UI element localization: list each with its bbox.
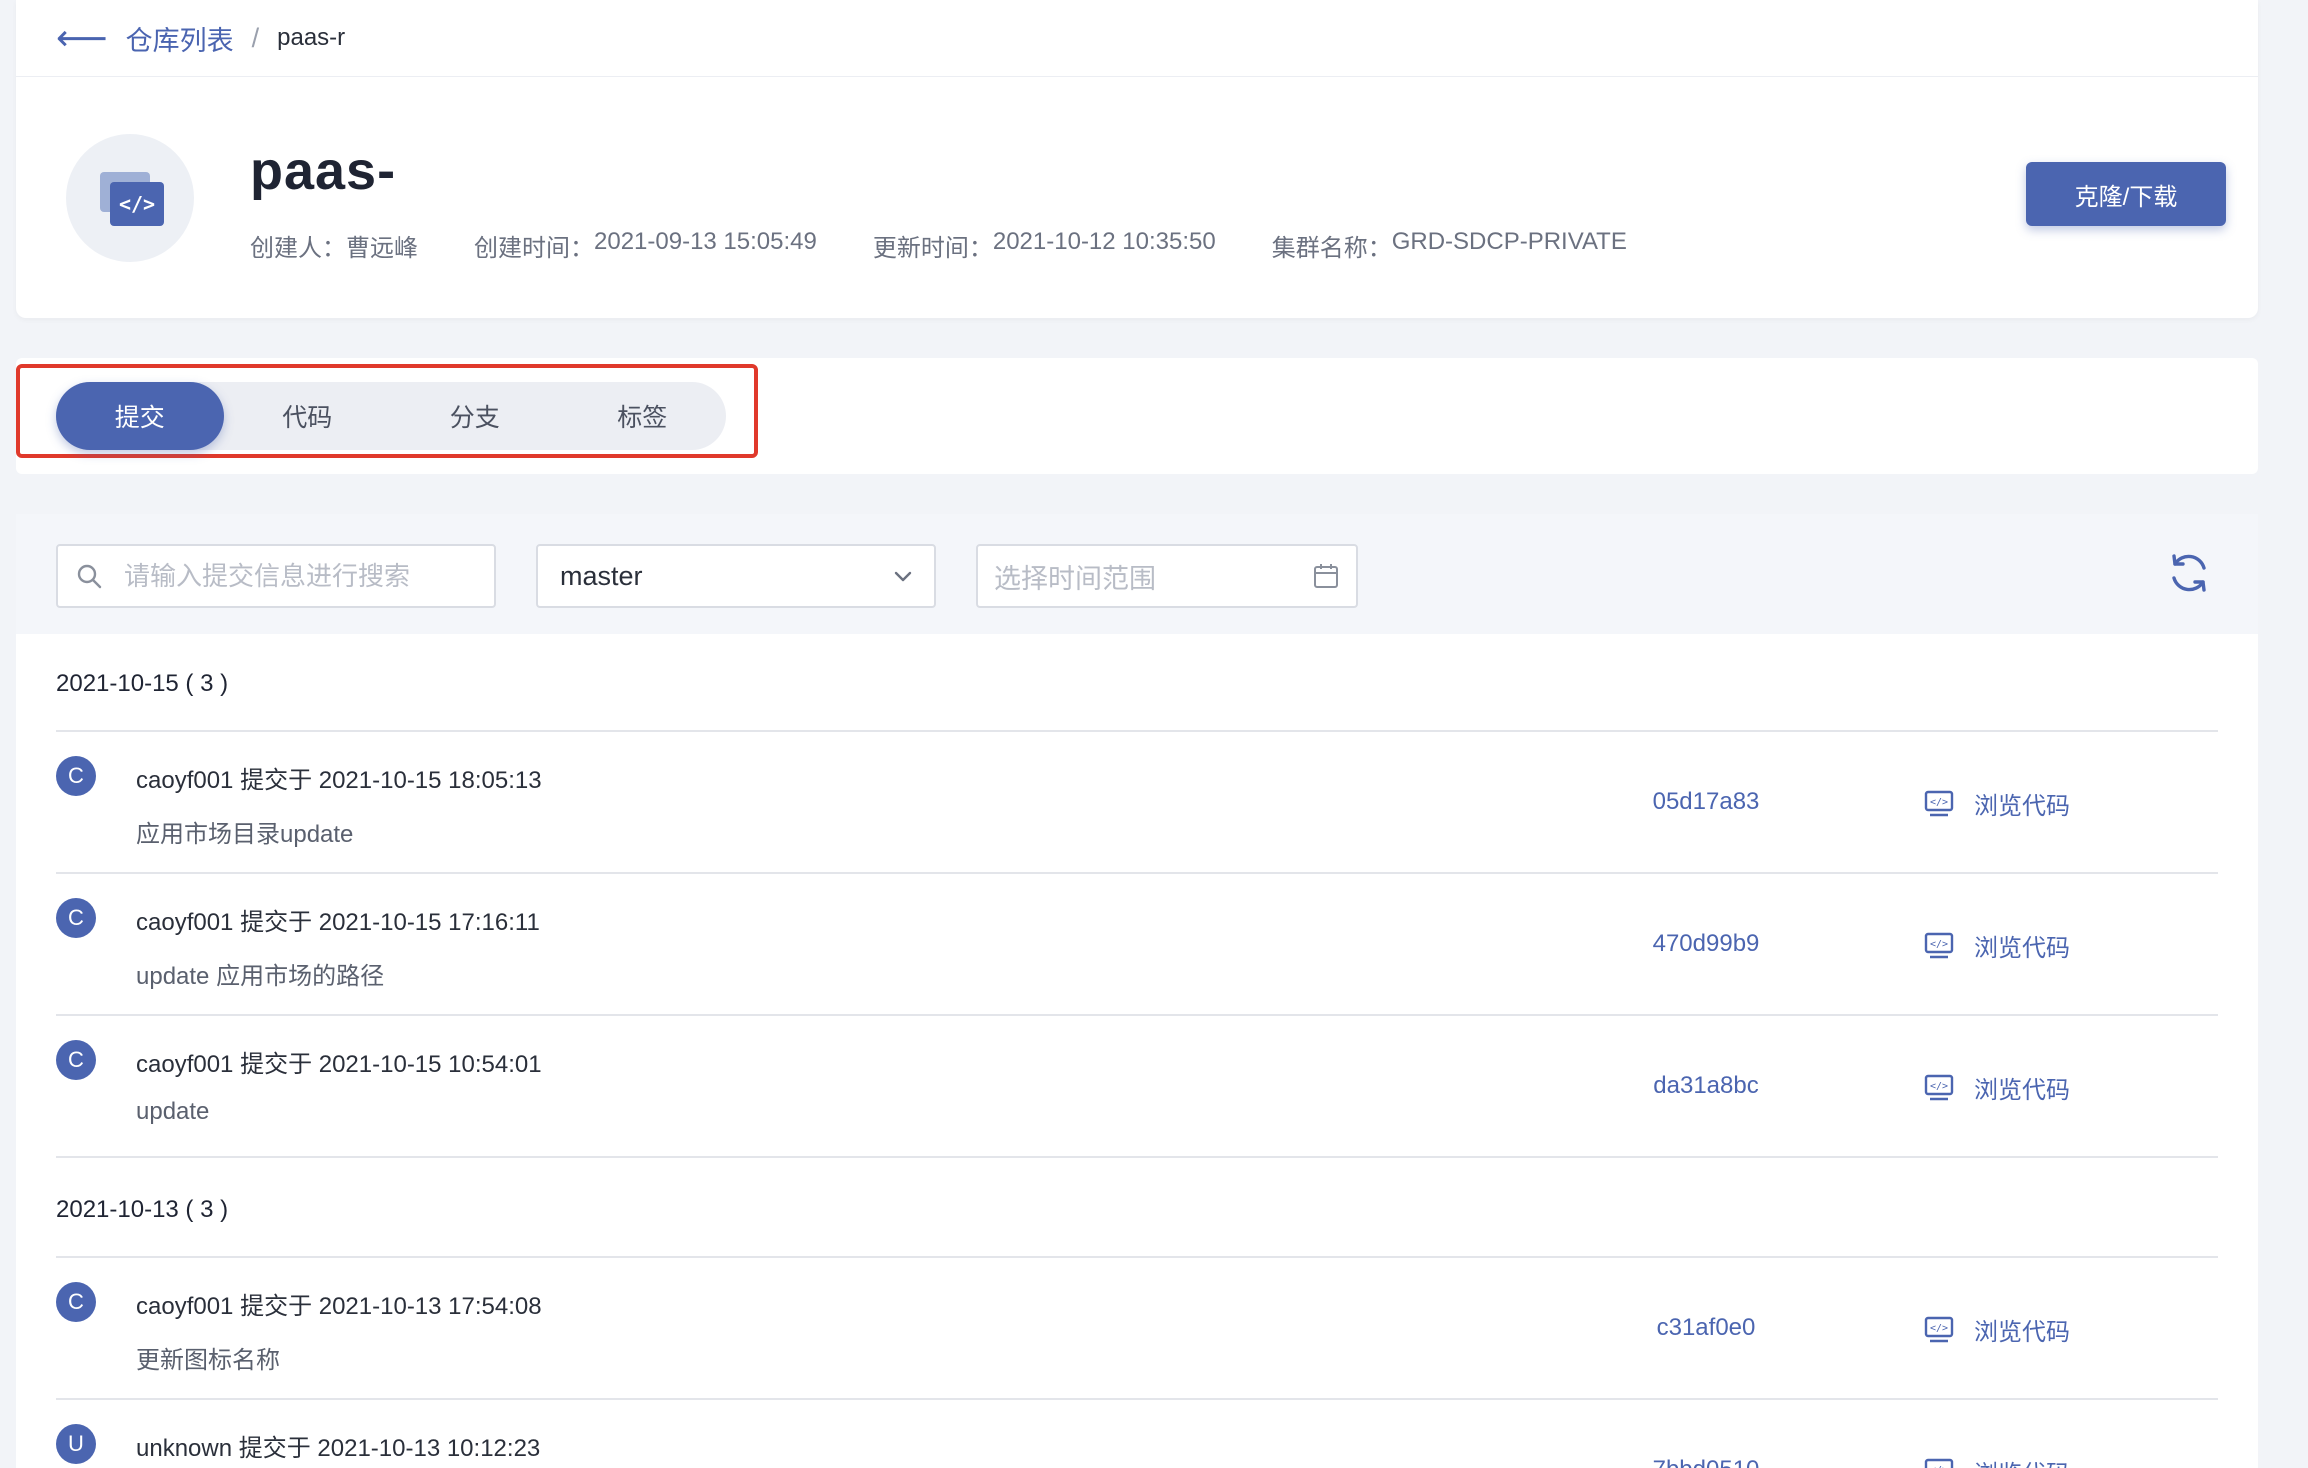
commit-row: C caoyf001 提交于 2021-10-15 10:54:01 updat… xyxy=(56,1016,2218,1156)
commit-title: caoyf001 提交于 2021-10-15 18:05:13 xyxy=(136,767,542,794)
commit-hash-link[interactable]: 470d99b9 xyxy=(1616,930,1796,958)
commit-group-date: 2021-10-15 ( 3 ) xyxy=(56,670,229,697)
browse-code-label: 浏览代码 xyxy=(1974,1454,2070,1468)
calendar-icon xyxy=(1314,564,1338,588)
commit-row: C caoyf001 提交于 2021-10-13 17:54:08 更新图标名… xyxy=(56,1258,2218,1398)
back-arrow-icon[interactable]: ⟵ xyxy=(56,20,108,56)
repo-meta: 创建人： 曹远峰 创建时间： 2021-09-13 15:05:49 更新时间：… xyxy=(250,228,1683,263)
commit-message: 应用市场目录update xyxy=(136,821,354,848)
commit-title: caoyf001 提交于 2021-10-13 17:54:08 xyxy=(136,1293,542,1320)
browse-code-button[interactable]: </> 浏览代码 xyxy=(1924,1070,2070,1105)
browse-code-label: 浏览代码 xyxy=(1974,1077,2070,1104)
commit-search-box[interactable] xyxy=(56,544,496,608)
creator-value: 曹远峰 xyxy=(346,235,418,262)
cluster-label: 集群名称： xyxy=(1271,235,1392,262)
date-range-placeholder: 选择时间范围 xyxy=(994,563,1156,594)
clone-download-button[interactable]: 克隆/下载 xyxy=(2026,162,2226,226)
repo-name: paas- xyxy=(250,141,397,201)
breadcrumb: ⟵ 仓库列表 / paas-r xyxy=(56,14,456,62)
search-icon xyxy=(77,564,102,589)
breadcrumb-current-repo: paas-r xyxy=(277,24,346,51)
author-avatar: C xyxy=(56,1282,96,1322)
commit-hash-link[interactable]: da31a8bc xyxy=(1616,1072,1796,1100)
creator-label: 创建人： xyxy=(250,235,346,262)
commit-message: 更新图标名称 xyxy=(136,1347,280,1374)
updated-value: 2021-10-12 10:35:50 xyxy=(992,228,1216,255)
svg-text:</>: </> xyxy=(1930,797,1948,808)
header-divider xyxy=(16,76,2258,77)
commits-card: master 选择时间范围 2021-10-15 ( 3 ) C caoyf00… xyxy=(16,514,2258,1468)
author-avatar: C xyxy=(56,898,96,938)
browse-code-button[interactable]: </> 浏览代码 xyxy=(1924,786,2070,821)
breadcrumb-repo-list-link[interactable]: 仓库列表 xyxy=(126,19,234,58)
code-monitor-icon: </> xyxy=(1924,790,1954,816)
commit-message: update 应用市场的路径 xyxy=(136,963,385,990)
author-avatar: U xyxy=(56,1424,96,1464)
browse-code-button[interactable]: </> 浏览代码 xyxy=(1924,1312,2070,1347)
date-range-picker[interactable]: 选择时间范围 xyxy=(976,544,1358,608)
commit-filter-toolbar: master 选择时间范围 xyxy=(16,514,2258,634)
commit-message: update xyxy=(136,1098,210,1125)
code-monitor-icon: </> xyxy=(1924,1458,1954,1468)
svg-text:</>: </> xyxy=(1930,1465,1948,1468)
browse-code-button[interactable]: </> 浏览代码 xyxy=(1924,928,2070,963)
commit-title: unknown 提交于 2021-10-13 10:12:23 xyxy=(136,1435,541,1462)
commit-search-input[interactable] xyxy=(124,560,464,592)
refresh-icon[interactable] xyxy=(2166,550,2212,596)
created-label: 创建时间： xyxy=(474,235,594,262)
cluster-value: GRD-SDCP-PRIVATE xyxy=(1391,228,1627,255)
chevron-down-icon xyxy=(894,571,912,582)
created-value: 2021-09-13 15:05:49 xyxy=(594,228,817,255)
commit-title: caoyf001 提交于 2021-10-15 10:54:01 xyxy=(136,1051,542,1078)
commit-row: C caoyf001 提交于 2021-10-15 18:05:13 应用市场目… xyxy=(56,732,2218,872)
redacted-block xyxy=(345,23,456,53)
branch-select[interactable]: master xyxy=(536,544,936,608)
commit-hash-link[interactable]: 7bbd0510 xyxy=(1616,1456,1796,1468)
browse-code-label: 浏览代码 xyxy=(1974,793,2070,820)
repo-code-icon: </> xyxy=(66,134,194,262)
commit-row: U unknown 提交于 2021-10-13 10:12:23 7bbd05… xyxy=(56,1400,2218,1468)
commit-title: caoyf001 提交于 2021-10-15 17:16:11 xyxy=(136,909,540,936)
breadcrumb-separator: / xyxy=(251,22,260,53)
updated-label: 更新时间： xyxy=(872,235,993,262)
commit-row: C caoyf001 提交于 2021-10-15 17:16:11 updat… xyxy=(56,874,2218,1014)
tab-bar: 提交 代码 分支 标签 xyxy=(56,382,726,450)
author-avatar: C xyxy=(56,756,96,796)
repo-updated-time: 更新时间： 2021-10-12 10:35:50 xyxy=(873,228,1216,263)
browse-code-label: 浏览代码 xyxy=(1974,1319,2070,1346)
commit-hash-link[interactable]: c31af0e0 xyxy=(1616,1314,1796,1342)
browse-code-button[interactable]: </> 浏览代码 xyxy=(1924,1454,2070,1468)
repo-created-time: 创建时间： 2021-09-13 15:05:49 xyxy=(474,228,817,263)
tab-code[interactable]: 代码 xyxy=(224,382,392,450)
svg-text:</>: </> xyxy=(1930,1081,1948,1092)
branch-select-value: master xyxy=(560,560,643,591)
commit-group-date: 2021-10-13 ( 3 ) xyxy=(56,1196,229,1223)
code-monitor-icon: </> xyxy=(1924,932,1954,958)
code-monitor-icon: </> xyxy=(1924,1316,1954,1342)
tab-tags[interactable]: 标签 xyxy=(559,382,727,450)
repo-cluster: 集群名称： GRD-SDCP-PRIVATE xyxy=(1272,228,1627,263)
group-divider xyxy=(56,1156,2218,1158)
repo-creator: 创建人： 曹远峰 xyxy=(250,228,418,263)
tab-branches[interactable]: 分支 xyxy=(391,382,559,450)
tabs-card: 提交 代码 分支 标签 xyxy=(16,358,2258,474)
svg-text:</>: </> xyxy=(1930,939,1948,950)
svg-text:</>: </> xyxy=(1930,1323,1948,1334)
tab-commits[interactable]: 提交 xyxy=(56,382,224,450)
commit-hash-link[interactable]: 05d17a83 xyxy=(1616,788,1796,816)
repo-header-card: ⟵ 仓库列表 / paas-r </> paas- 创建人： 曹远峰 创建时间：… xyxy=(16,0,2258,318)
code-monitor-icon: </> xyxy=(1924,1074,1954,1100)
author-avatar: C xyxy=(56,1040,96,1080)
browse-code-label: 浏览代码 xyxy=(1974,935,2070,962)
